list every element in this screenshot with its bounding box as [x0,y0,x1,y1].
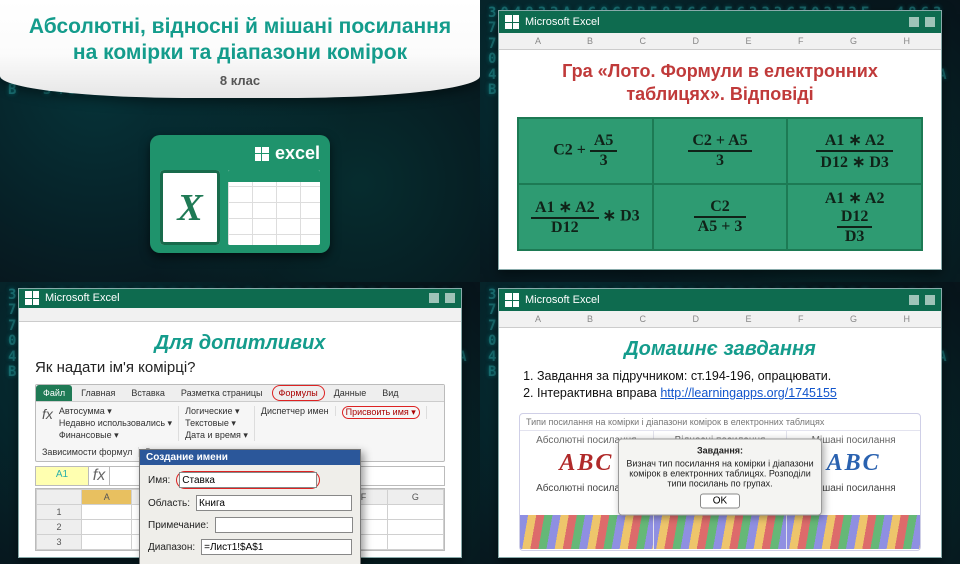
homework-item: Інтерактивна вправа http://learningapps.… [537,386,921,400]
excel-window: Microsoft Excel A B C D E F G H I J K L … [498,10,942,270]
slide-answers: Microsoft Excel A B C D E F G H I J K L … [480,0,960,282]
learningapps-embed: Типи посилання на комірки і діапазони ко… [519,413,921,551]
app-icon [505,293,519,307]
grade-label: 8 клас [20,73,460,88]
minimize-icon[interactable] [909,295,919,305]
curious-heading: Для допитливих [35,332,445,355]
slide-title: Абсолютні, відносні й мішані посилання н… [0,0,480,282]
fx-icon[interactable]: fx [42,406,53,422]
excel-logo: excel X [150,135,330,253]
app-title: Microsoft Excel [45,292,120,304]
task-popup: Завдання: Визнач тип посилання на комірк… [618,438,822,515]
pencils-icon [787,515,920,549]
name-field-highlight [176,471,320,489]
ribbon-group: Зависимости формул [42,447,139,457]
range-input[interactable] [201,539,352,555]
curious-question: Як надати ім'я комірці? [35,359,445,376]
close-icon[interactable] [925,295,935,305]
answers-heading: Гра «Лото. Формули в електронних таблиця… [517,60,923,107]
answer-cell: A1 ∗ A2D12 ∗ D3 [787,118,922,184]
window-titlebar: Microsoft Excel [499,289,941,311]
range-field-row: Диапазон: [148,539,352,555]
name-field-row: Имя: [148,471,352,489]
close-icon[interactable] [925,17,935,27]
answers-table: C2 + A53 C2 + A53 A1 ∗ A2D12 ∗ D3 A1 ∗ A… [517,117,923,251]
lesson-title: Абсолютні, відносні й мішані посилання н… [20,14,460,67]
app-title: Microsoft Excel [525,16,600,28]
slide-curious: Microsoft Excel Для допитливих Як надати… [0,282,480,564]
homework-list: Завдання за підручником: ст.194-196, опр… [537,369,921,403]
popup-text: Визнач тип посилання на комірки і діапаз… [626,458,813,488]
window-titlebar: Microsoft Excel [19,289,461,308]
exercise-link[interactable]: http://learningapps.org/1745155 [660,386,837,400]
answer-cell: A1 ∗ A2D12 ∗ D3 [518,184,653,250]
ribbon-tab[interactable]: Разметка страницы [174,385,270,401]
comment-input[interactable] [215,517,353,533]
minimize-icon[interactable] [429,293,439,303]
name-box[interactable]: A1 [36,467,89,485]
close-icon[interactable] [445,293,455,303]
name-input[interactable] [179,472,317,488]
create-name-dialog: Создание имени Имя: Область: [139,449,361,564]
homework-item: Завдання за підручником: ст.194-196, опр… [537,369,921,383]
title-banner: Абсолютні, відносні й мішані посилання н… [0,0,480,98]
abc-icon: ABC [559,450,613,477]
scope-select[interactable] [196,495,352,511]
popup-title: Завдання: [625,445,815,455]
ribbon-tab[interactable]: Главная [74,385,122,401]
pencils-icon [520,515,653,549]
scope-field-row: Область: [148,495,352,511]
define-name-button[interactable]: Присвоить имя ▾ [342,406,420,419]
dialog-title: Создание имени [140,450,360,465]
slide-homework: Microsoft Excel A B C D E F G H I J K L … [480,282,960,564]
name-manager-button[interactable]: Диспетчер имен [261,406,329,416]
answer-cell: C2A5 + 3 [653,184,788,250]
homework-heading: Домашнє завдання [519,338,921,361]
minimize-icon[interactable] [909,17,919,27]
excel-logo-label: excel [275,143,320,164]
abc-icon: ABC [827,450,881,477]
excel-window: Microsoft Excel A B C D E F G H I J K L … [498,288,942,558]
answer-cell: C2 + A53 [518,118,653,184]
ribbon-group: Автосумма ▾ Недавно использовались ▾ Фин… [59,406,179,441]
embed-caption: Типи посилання на комірки і діапазони ко… [520,414,920,431]
column-ruler: A B C D E F G H I J K L M [499,311,941,328]
window-titlebar: Microsoft Excel [499,11,941,33]
ribbon-tab-highlight[interactable]: Формулы [272,385,325,401]
answer-cell: A1 ∗ A2 D12D3 [787,184,922,250]
answer-cell: C2 + A53 [653,118,788,184]
pencils-icon [654,515,787,549]
column-ruler: A B C D E F G H I J K L M [499,33,941,50]
spreadsheet-icon [228,170,320,245]
ribbon-group: Диспетчер имен [261,406,336,416]
app-icon [25,291,39,305]
fx-button[interactable]: fx [89,467,110,485]
excel-window: Microsoft Excel Для допитливих Як надати… [18,288,462,558]
column-ruler [19,308,461,322]
comment-field-row: Примечание: [148,517,352,533]
excel-x-icon: X [160,170,220,245]
ribbon-tab[interactable]: Вставка [124,385,171,401]
app-title: Microsoft Excel [525,294,600,306]
ribbon-group: Логические ▾ Текстовые ▾ Дата и время ▾ [185,406,255,441]
app-icon [505,15,519,29]
popup-ok-button[interactable]: OK [700,493,740,508]
ribbon-tab[interactable]: Данные [327,385,374,401]
ribbon-tab[interactable]: Файл [36,385,72,401]
ribbon-group: Присвоить имя ▾ [342,406,427,419]
ribbon-tab[interactable]: Вид [375,385,405,401]
windows-icon [255,147,269,161]
ribbon-tabs[interactable]: Файл Главная Вставка Разметка страницы Ф… [36,385,444,402]
